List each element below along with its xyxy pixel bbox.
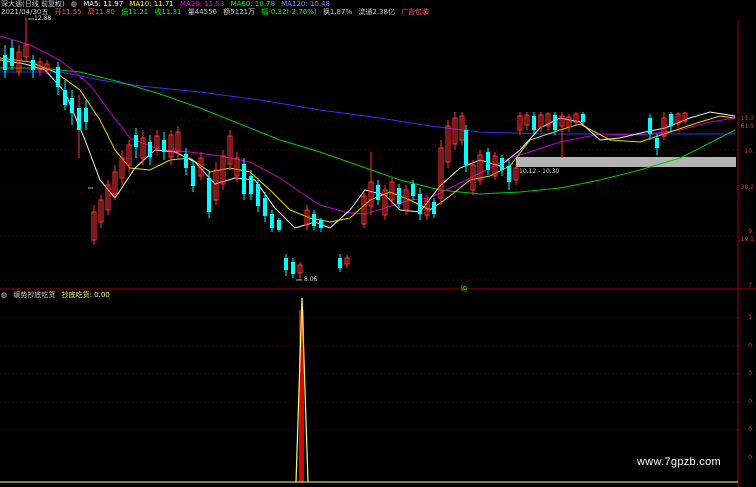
axis-tick: 9. — [748, 228, 754, 235]
candle-down — [84, 108, 88, 122]
high-price-label: 12.88 — [34, 15, 52, 22]
candle-down — [242, 164, 246, 194]
candle-down — [3, 55, 7, 70]
candle-down — [184, 154, 188, 168]
ind-axis-tick: 0. — [748, 454, 754, 461]
ma60-line — [0, 67, 736, 195]
indicator-title-bar: ◍ 缓势抄底吃货 抄底吃货: 0.00 — [1, 291, 114, 300]
candle-down — [256, 184, 260, 206]
quote-amount: 额5121万 — [223, 8, 256, 16]
buy-mark: 购 — [461, 286, 468, 293]
candle-down — [70, 98, 74, 113]
ma5-label: MA5: 11.97 — [83, 0, 124, 8]
candle-down — [191, 166, 195, 186]
axis-tick: 38.2 — [740, 184, 754, 191]
quote-turnover: 换1.87% — [322, 8, 353, 16]
quote-float: 流通2.38亿 — [358, 8, 395, 16]
candle-down — [263, 198, 267, 216]
axis-tick: 61.9 — [740, 123, 754, 130]
ind-axis-tick: 0. — [748, 342, 754, 349]
ma120-line — [0, 71, 735, 135]
indicator-spike — [295, 297, 309, 483]
ind-axis-tick: 0. — [748, 370, 754, 377]
candle-down — [464, 130, 468, 165]
candle-down — [10, 48, 14, 66]
settings-icon[interactable]: ◍ — [71, 0, 77, 8]
quote-volume: 量44556 — [187, 8, 217, 16]
candle-down — [77, 108, 81, 130]
indicator-name: 缓势抄底吃货 — [13, 291, 56, 299]
candle-down — [249, 176, 253, 194]
quote-open: 开11.55 — [54, 8, 82, 16]
candle-down — [162, 140, 166, 152]
candle-down — [553, 115, 557, 130]
ind-axis-tick: 1. — [748, 314, 754, 321]
candle-down — [648, 118, 652, 134]
candles — [3, 18, 688, 280]
candle-down — [319, 220, 323, 228]
quote-bar: 2021/04/30五 开11.55 高11.80 低11.21 收11.31 … — [1, 8, 433, 17]
quote-change: 幅-0.32(-2.76%) — [261, 8, 317, 16]
axis-tick: 11.3 — [740, 115, 754, 122]
candle-down — [397, 188, 401, 204]
price-zone-bar — [516, 157, 736, 167]
candle-down — [500, 158, 504, 170]
candle-down — [56, 67, 60, 87]
ma20-label: MA20: 11.53 — [180, 0, 225, 8]
candle-down — [291, 262, 295, 274]
ma120-label: MA120: 10.48 — [281, 0, 330, 8]
candle-down — [418, 194, 422, 214]
candle-down — [581, 114, 585, 122]
candle-down — [432, 202, 436, 214]
quote-low: 低11.21 — [121, 8, 149, 16]
ind-axis-tick: 0. — [748, 426, 754, 433]
ma60-label: MA60: 10.78 — [230, 0, 275, 8]
candle-down — [277, 220, 281, 230]
range-label: 10.12 - 10.30 — [519, 168, 560, 175]
quote-high: 高11.80 — [87, 8, 115, 16]
axis-tick: 10. — [744, 148, 754, 155]
axis-tick: 7. — [748, 282, 754, 289]
indicator-value: 抄底吃货: 0.00 — [61, 291, 110, 299]
stock-title: 深大通(日线 前复权) — [1, 0, 65, 8]
ind-axis-tick: 0. — [748, 398, 754, 405]
candle-down — [507, 166, 511, 182]
candle-down — [312, 214, 316, 226]
candle-down — [669, 114, 673, 126]
ma10-label: MA10: 11.71 — [129, 0, 174, 8]
low-price-label: 8.06 — [304, 276, 318, 283]
quote-close: 收11.31 — [154, 8, 182, 16]
indicator-icon[interactable]: ◍ — [1, 291, 7, 299]
candle-down — [532, 116, 536, 130]
candle-down — [376, 185, 380, 200]
candle-down — [486, 152, 490, 170]
indicator-grid — [0, 317, 738, 431]
quote-extra[interactable]: 广告包装 — [401, 8, 429, 16]
candle-down — [338, 258, 342, 268]
candle-down — [270, 214, 274, 228]
candle-down — [134, 135, 138, 147]
candle-down — [148, 142, 152, 157]
candle-down — [207, 178, 211, 212]
candle-down — [31, 60, 35, 70]
candle-down — [63, 90, 67, 105]
candle-down — [284, 258, 288, 270]
candle-down — [655, 138, 659, 148]
watermark-text: www.7gpzb.com — [637, 456, 721, 468]
kline-chart[interactable] — [0, 0, 756, 487]
candle-down — [411, 184, 415, 196]
axis-tick: 19.1 — [740, 236, 754, 243]
